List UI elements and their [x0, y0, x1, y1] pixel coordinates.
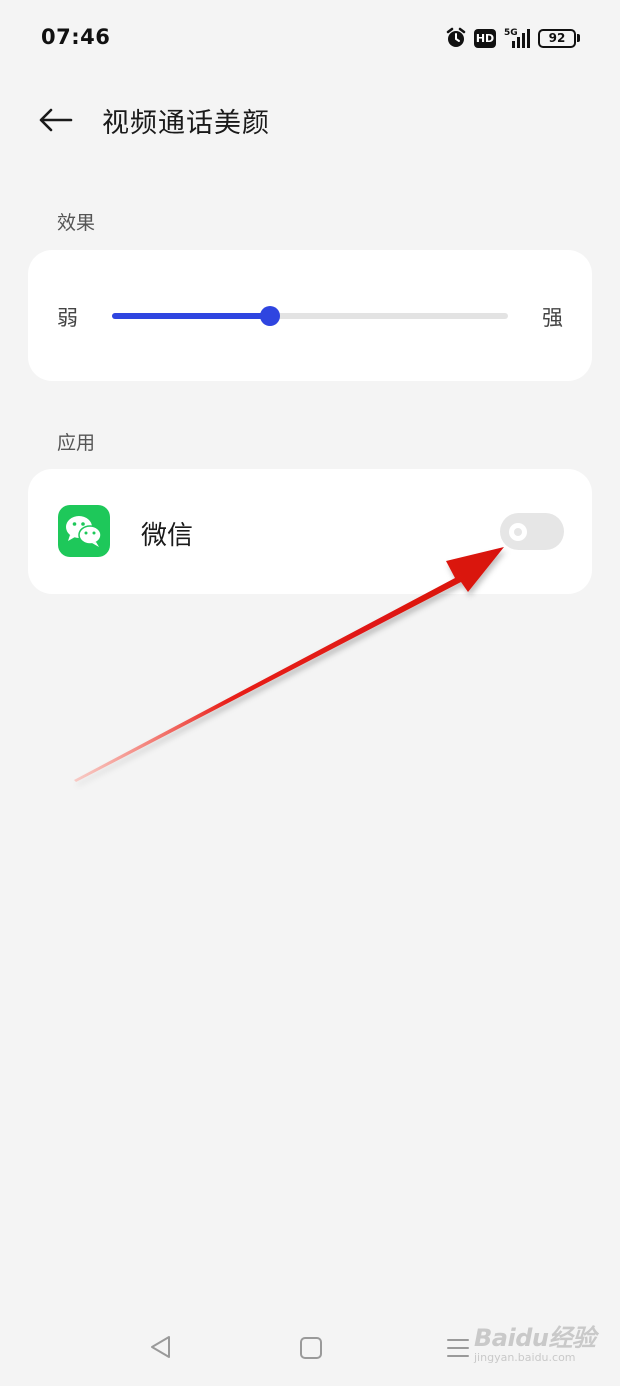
signal-5g-icon: 5G: [503, 26, 531, 50]
watermark-text: Baidu经验: [474, 1324, 596, 1352]
slider-max-label: 强: [542, 306, 563, 330]
app-name: 微信: [141, 521, 194, 551]
nav-home-button[interactable]: [299, 1336, 323, 1364]
watermark: Baidu经验 jingyan.baidu.com: [474, 1318, 596, 1364]
effect-section-label: 效果: [57, 212, 96, 234]
wechat-toggle[interactable]: [500, 513, 564, 550]
nav-back-icon: [151, 1336, 170, 1358]
status-icons: HD 5G 92: [445, 24, 580, 52]
wechat-icon: [58, 505, 110, 557]
nav-home-icon: [300, 1337, 322, 1359]
nav-back-button[interactable]: [148, 1334, 174, 1364]
slider-min-label: 弱: [57, 306, 78, 330]
slider-thumb[interactable]: [260, 306, 281, 326]
arrow-left-icon: [39, 108, 73, 132]
battery-icon: 92: [538, 28, 580, 48]
page-title: 视频通话美颜: [102, 108, 270, 139]
effect-card: 弱 强: [28, 250, 592, 381]
network-label: 5G: [504, 28, 518, 38]
status-bar: 07:46 HD 5G 92: [0, 0, 620, 76]
slider-fill: [112, 313, 271, 319]
apps-section-label: 应用: [57, 432, 96, 454]
back-button[interactable]: [36, 100, 76, 140]
hd-icon: HD: [474, 28, 496, 48]
beauty-slider[interactable]: [112, 306, 508, 326]
nav-recents-icon: [447, 1339, 469, 1357]
nav-recents-button[interactable]: [446, 1336, 470, 1364]
alarm-icon: [445, 27, 467, 49]
header: 视频通话美颜: [0, 90, 620, 150]
apps-card: 微信: [28, 469, 592, 594]
battery-level: 92: [538, 28, 576, 48]
status-time: 07:46: [41, 25, 111, 49]
toggle-knob: [509, 523, 527, 541]
